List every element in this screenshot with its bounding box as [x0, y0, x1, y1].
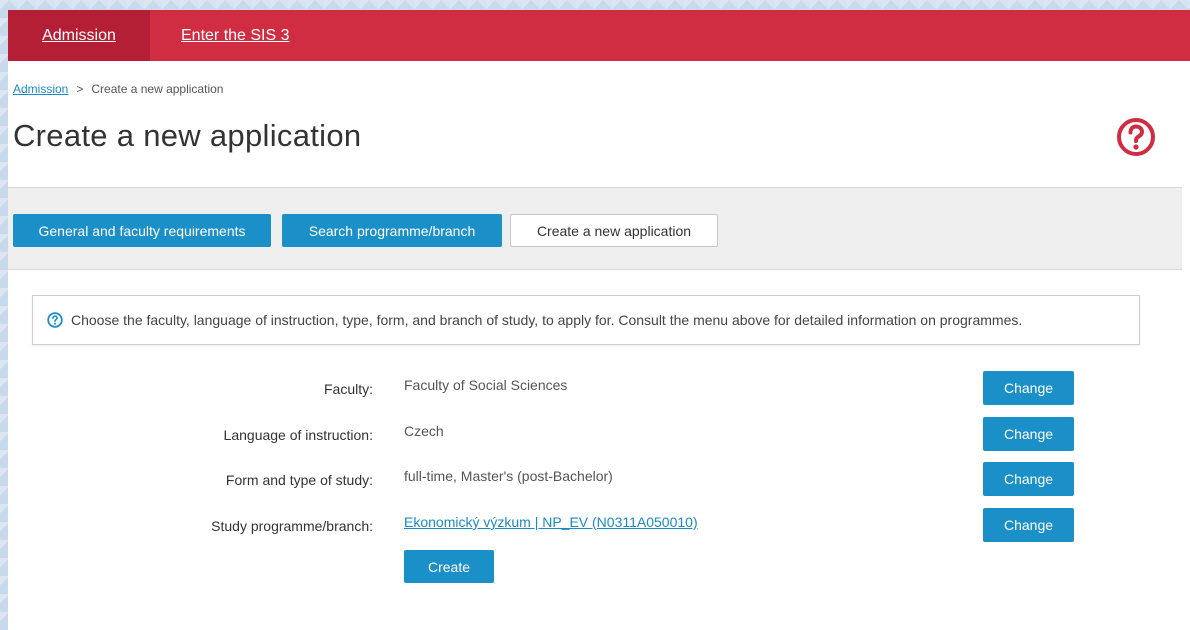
breadcrumb: Admission > Create a new application [13, 82, 223, 96]
language-value: Czech [404, 423, 444, 439]
question-circle-icon [47, 312, 63, 328]
language-label: Language of instruction: [223, 427, 373, 443]
change-form-type-button[interactable]: Change [983, 462, 1074, 496]
tab-search-programme[interactable]: Search programme/branch [282, 214, 502, 247]
breadcrumb-separator: > [76, 82, 84, 96]
programme-link[interactable]: Ekonomický výzkum | NP_EV (N0311A050010) [404, 508, 698, 536]
form-row-programme: Study programme/branch: Ekonomický výzku… [8, 508, 1108, 544]
info-box: Choose the faculty, language of instruct… [32, 295, 1140, 345]
change-faculty-button[interactable]: Change [983, 371, 1074, 405]
form-row-form-type: Form and type of study: full-time, Maste… [8, 462, 1108, 498]
faculty-value: Faculty of Social Sciences [404, 377, 568, 393]
nav-enter-sis-link[interactable]: Enter the SIS 3 [181, 10, 290, 61]
form-type-label: Form and type of study: [225, 472, 373, 488]
change-language-button[interactable]: Change [983, 417, 1074, 451]
tab-general-requirements[interactable]: General and faculty requirements [13, 214, 271, 247]
breadcrumb-current: Create a new application [91, 82, 224, 96]
top-navigation: Admission Enter the SIS 3 [8, 10, 1190, 61]
tab-band: General and faculty requirements Search … [8, 187, 1182, 270]
programme-label: Study programme/branch: [211, 518, 373, 534]
breadcrumb-admission-link[interactable]: Admission [13, 82, 68, 96]
nav-admission-link[interactable]: Admission [8, 10, 150, 61]
tab-create-application[interactable]: Create a new application [510, 214, 718, 247]
form-row-faculty: Faculty: Faculty of Social Sciences Chan… [8, 371, 1108, 407]
form-type-value: full-time, Master's (post-Bachelor) [404, 468, 613, 484]
faculty-label: Faculty: [323, 381, 373, 397]
change-programme-button[interactable]: Change [983, 508, 1074, 542]
page: Admission Enter the SIS 3 Admission > Crea… [8, 10, 1190, 630]
form-row-language: Language of instruction: Czech Change [8, 417, 1108, 453]
create-button[interactable]: Create [404, 550, 494, 583]
info-text: Choose the faculty, language of instruct… [71, 312, 1023, 328]
page-title: Create a new application [13, 118, 362, 153]
question-circle-icon[interactable] [1115, 116, 1157, 158]
